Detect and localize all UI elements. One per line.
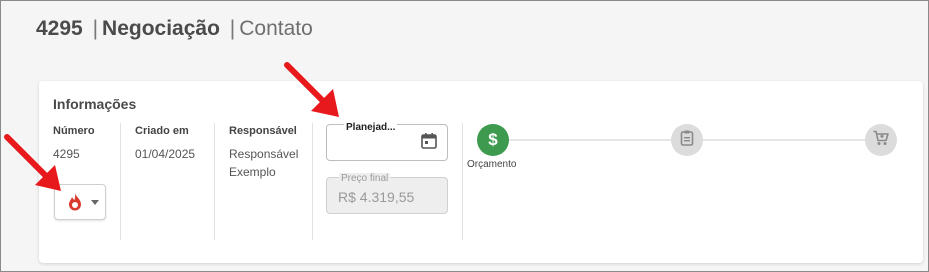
criado-value: 01/04/2025: [135, 147, 196, 161]
step-2[interactable]: [671, 124, 703, 156]
chevron-down-icon: [91, 200, 99, 205]
criado-label: Criado em: [135, 125, 189, 137]
title-separator: |: [92, 17, 99, 40]
clipboard-icon: [678, 129, 696, 152]
preco-final-label: Preço final: [339, 173, 391, 184]
responsavel-value-line1: Responsável: [229, 147, 299, 161]
section-name: Negociação: [102, 17, 220, 40]
annotation-arrow-icon: [4, 134, 61, 191]
cart-icon: [872, 129, 890, 152]
responsavel-value-line2: Exemplo: [229, 165, 276, 179]
deal-number: 4295: [36, 17, 83, 40]
dollar-icon: $: [488, 130, 498, 149]
page-title: 4295 | Negociação | Contato: [36, 17, 313, 41]
info-card: Informações Número 4295 Criado em 01/04/…: [39, 81, 923, 263]
context-name: Contato: [239, 17, 313, 40]
planejado-label: Planejad...: [344, 122, 398, 133]
step-connector: [703, 139, 865, 141]
column-divider: [312, 123, 313, 240]
column-divider: [214, 123, 215, 240]
preco-final-value: R$ 4.319,55: [338, 189, 415, 205]
step-3[interactable]: [865, 124, 897, 156]
annotation-arrow-icon: [284, 62, 339, 117]
step-connector: [509, 139, 671, 141]
calendar-icon[interactable]: [420, 132, 438, 155]
step-orcamento[interactable]: $: [477, 124, 509, 156]
step-orcamento-label: Orçamento: [467, 159, 517, 170]
column-divider: [120, 123, 121, 240]
window-frame: 4295 | Negociação | Contato Informações Nú…: [0, 0, 929, 272]
column-divider: [462, 123, 463, 240]
section-title: Informações: [53, 96, 137, 112]
title-separator-2: |: [229, 17, 236, 40]
